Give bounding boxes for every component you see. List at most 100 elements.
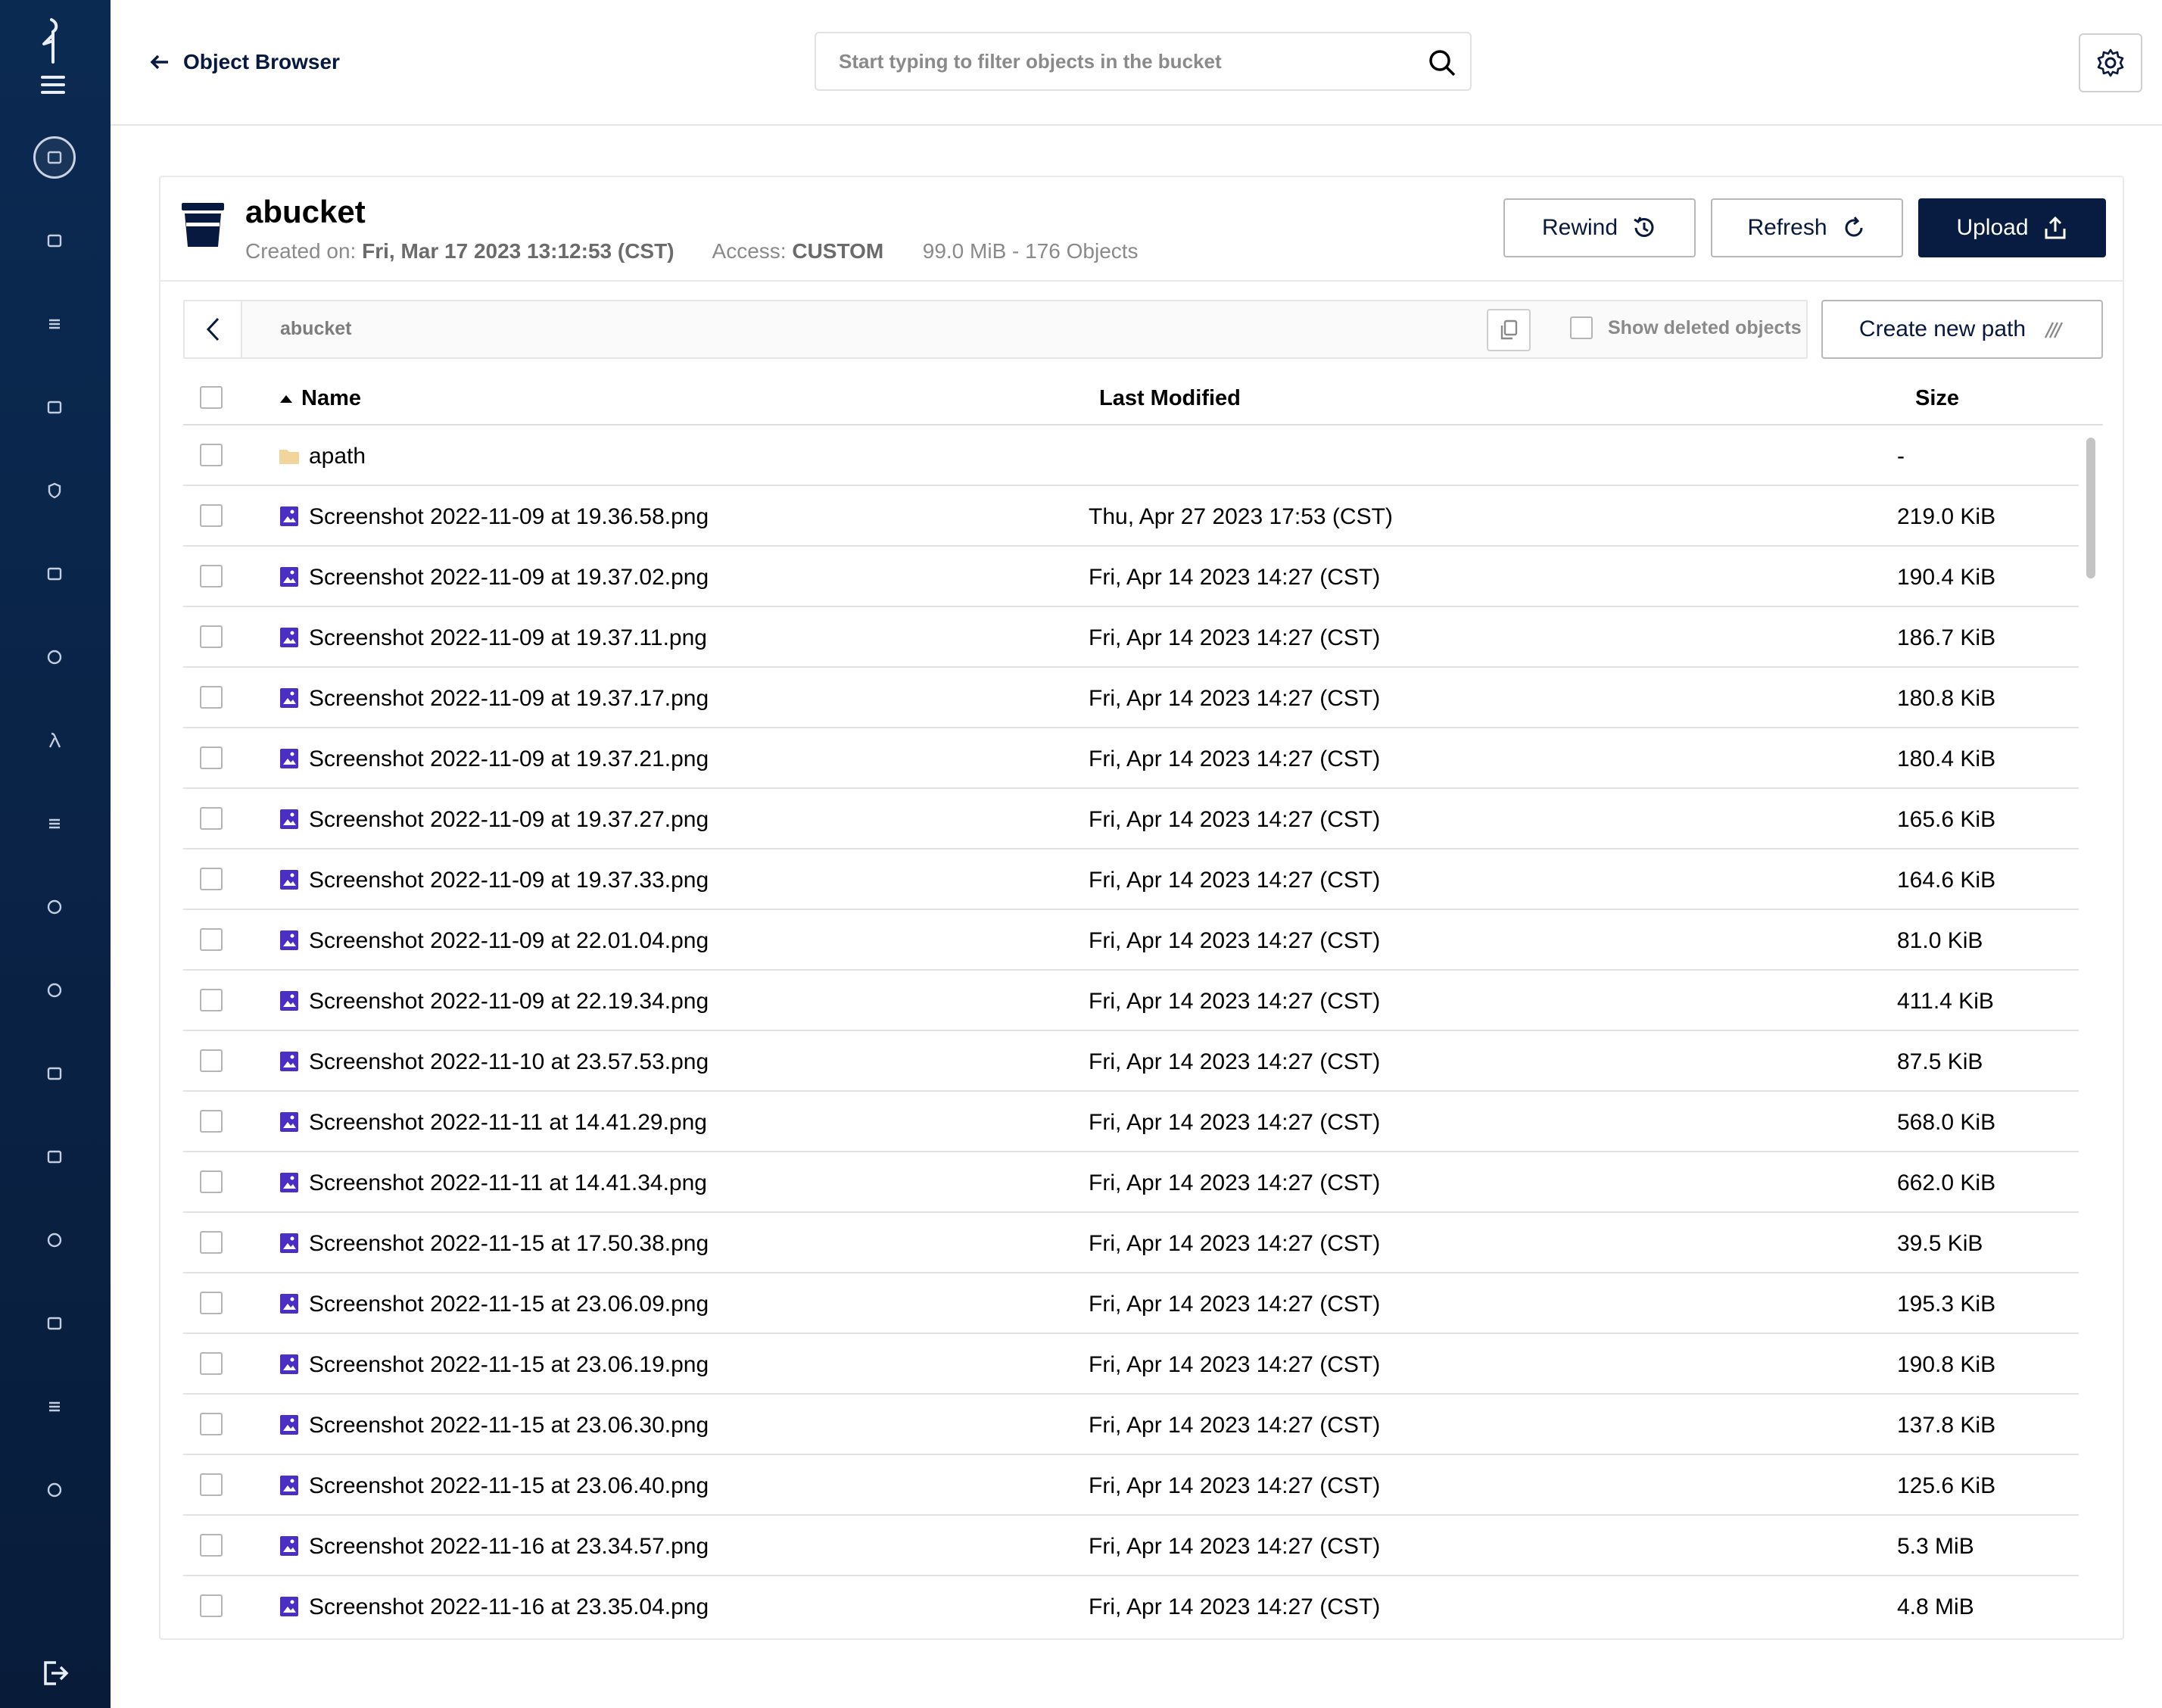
rewind-button[interactable]: Rewind xyxy=(1503,198,1696,257)
object-row[interactable]: Screenshot 2022-11-09 at 19.37.11.png Fri… xyxy=(183,607,2079,668)
object-name[interactable]: Screenshot 2022-11-15 at 23.06.09.png xyxy=(309,1292,709,1317)
inspect-icon[interactable] xyxy=(33,1136,76,1178)
policies-icon[interactable] xyxy=(33,469,76,512)
object-row[interactable]: Screenshot 2022-11-09 at 19.37.33.png Fri… xyxy=(183,849,2079,910)
object-row[interactable]: Screenshot 2022-11-15 at 23.06.09.png Fri… xyxy=(183,1273,2079,1334)
call-home-icon[interactable] xyxy=(33,1469,76,1511)
back-to-object-browser[interactable]: Object Browser xyxy=(150,50,340,74)
support-icon[interactable] xyxy=(33,1219,76,1261)
object-name[interactable]: Screenshot 2022-11-16 at 23.34.57.png xyxy=(309,1534,709,1560)
object-name[interactable]: Screenshot 2022-11-09 at 19.37.17.png xyxy=(309,686,709,712)
show-deleted-checkbox[interactable] xyxy=(1570,316,1593,339)
path-back-button[interactable] xyxy=(185,301,242,357)
row-checkbox[interactable] xyxy=(200,1534,223,1557)
identity-icon[interactable] xyxy=(33,553,76,595)
buckets-icon[interactable] xyxy=(33,386,76,429)
object-row[interactable]: Screenshot 2022-11-15 at 23.06.40.png Fri… xyxy=(183,1455,2079,1516)
object-row[interactable]: Screenshot 2022-11-15 at 17.50.38.png Fri… xyxy=(183,1213,2079,1273)
monitoring-icon[interactable] xyxy=(33,636,76,678)
copy-path-button[interactable] xyxy=(1487,309,1531,351)
object-row[interactable]: Screenshot 2022-11-10 at 23.57.53.png Fri… xyxy=(183,1031,2079,1092)
object-name[interactable]: apath xyxy=(309,444,366,469)
upload-button[interactable]: Upload xyxy=(1918,198,2106,257)
object-browser-icon[interactable] xyxy=(33,136,76,179)
row-checkbox[interactable] xyxy=(200,1413,223,1435)
row-checkbox[interactable] xyxy=(200,1352,223,1375)
documentation-icon[interactable] xyxy=(33,303,76,345)
refresh-button[interactable]: Refresh xyxy=(1711,198,1903,257)
search-input[interactable] xyxy=(839,33,1414,89)
object-name[interactable]: Screenshot 2022-11-16 at 23.35.04.png xyxy=(309,1594,709,1620)
column-size[interactable]: Size xyxy=(1915,386,1959,411)
object-row[interactable]: Screenshot 2022-11-16 at 23.34.57.png Fri… xyxy=(183,1516,2079,1576)
object-row[interactable]: Screenshot 2022-11-15 at 23.06.30.png Fri… xyxy=(183,1395,2079,1455)
object-row[interactable]: Screenshot 2022-11-15 at 23.06.19.png Fri… xyxy=(183,1334,2079,1395)
show-deleted-toggle[interactable]: Show deleted objects xyxy=(1570,316,1802,339)
tiering-icon[interactable] xyxy=(33,803,76,845)
row-checkbox[interactable] xyxy=(200,928,223,951)
row-checkbox[interactable] xyxy=(200,565,223,588)
object-name[interactable]: Screenshot 2022-11-10 at 23.57.53.png xyxy=(309,1049,709,1075)
license-icon[interactable] xyxy=(33,1052,76,1095)
settings-button[interactable] xyxy=(2079,33,2142,92)
row-checkbox[interactable] xyxy=(200,868,223,890)
row-checkbox[interactable] xyxy=(200,1594,223,1617)
object-row[interactable]: Screenshot 2022-11-09 at 19.37.21.png Fri… xyxy=(183,728,2079,789)
object-name[interactable]: Screenshot 2022-11-09 at 19.37.33.png xyxy=(309,868,709,893)
folder-row[interactable]: apath - xyxy=(183,425,2079,486)
object-last-modified: Fri, Apr 14 2023 14:27 (CST) xyxy=(1089,1413,1381,1438)
column-name[interactable]: Name xyxy=(279,386,361,411)
object-row[interactable]: Screenshot 2022-11-11 at 14.41.29.png Fri… xyxy=(183,1092,2079,1152)
object-name[interactable]: Screenshot 2022-11-15 at 23.06.40.png xyxy=(309,1473,709,1499)
row-checkbox[interactable] xyxy=(200,1473,223,1496)
object-row[interactable]: Screenshot 2022-11-16 at 23.35.04.png Fri… xyxy=(183,1576,2079,1629)
search-icon[interactable] xyxy=(1428,48,1456,77)
row-checkbox[interactable] xyxy=(200,1170,223,1193)
object-name[interactable]: Screenshot 2022-11-09 at 22.01.04.png xyxy=(309,928,709,954)
object-name[interactable]: Screenshot 2022-11-09 at 19.37.11.png xyxy=(309,625,707,651)
settings-icon[interactable] xyxy=(33,969,76,1011)
minio-logo-icon[interactable] xyxy=(35,17,71,67)
object-row[interactable]: Screenshot 2022-11-09 at 19.37.17.png Fri… xyxy=(183,668,2079,728)
menu-toggle-icon[interactable] xyxy=(41,76,65,94)
row-checkbox[interactable] xyxy=(200,746,223,769)
column-last-modified[interactable]: Last Modified xyxy=(1099,386,1241,411)
row-checkbox[interactable] xyxy=(200,1110,223,1133)
events-lambda-icon[interactable] xyxy=(33,719,76,762)
object-row[interactable]: Screenshot 2022-11-09 at 22.01.04.png Fri… xyxy=(183,910,2079,971)
row-checkbox[interactable] xyxy=(200,444,223,466)
object-name[interactable]: Screenshot 2022-11-09 at 19.36.58.png xyxy=(309,504,709,530)
object-row[interactable]: Screenshot 2022-11-11 at 14.41.34.png Fri… xyxy=(183,1152,2079,1213)
row-checkbox[interactable] xyxy=(200,989,223,1011)
object-row[interactable]: Screenshot 2022-11-09 at 22.19.34.png Fri… xyxy=(183,971,2079,1031)
create-new-path-button[interactable]: Create new path xyxy=(1821,300,2103,359)
object-name[interactable]: Screenshot 2022-11-09 at 19.37.21.png xyxy=(309,746,709,772)
object-name[interactable]: Screenshot 2022-11-11 at 14.41.29.png xyxy=(309,1110,707,1136)
scrollbar[interactable] xyxy=(2083,432,2098,1628)
site-replication-icon[interactable] xyxy=(33,886,76,928)
object-row[interactable]: Screenshot 2022-11-09 at 19.37.02.png Fri… xyxy=(183,547,2079,607)
object-name[interactable]: Screenshot 2022-11-09 at 19.37.27.png xyxy=(309,807,709,833)
row-checkbox[interactable] xyxy=(200,686,223,709)
object-name[interactable]: Screenshot 2022-11-11 at 14.41.34.png xyxy=(309,1170,707,1196)
current-path[interactable]: abucket xyxy=(280,318,351,340)
object-row[interactable]: Screenshot 2022-11-09 at 19.36.58.png Thu… xyxy=(183,486,2079,547)
logout-icon[interactable] xyxy=(39,1658,70,1688)
storage-icon[interactable] xyxy=(33,1302,76,1345)
object-name[interactable]: Screenshot 2022-11-15 at 23.06.19.png xyxy=(309,1352,709,1378)
object-name[interactable]: Screenshot 2022-11-09 at 19.37.02.png xyxy=(309,565,709,591)
select-all-checkbox[interactable] xyxy=(200,386,223,409)
scrollbar-thumb[interactable] xyxy=(2086,438,2095,578)
object-name[interactable]: Screenshot 2022-11-15 at 23.06.30.png xyxy=(309,1413,709,1438)
row-checkbox[interactable] xyxy=(200,807,223,830)
row-checkbox[interactable] xyxy=(200,1049,223,1072)
object-name[interactable]: Screenshot 2022-11-15 at 17.50.38.png xyxy=(309,1231,709,1257)
object-row[interactable]: Screenshot 2022-11-09 at 19.37.27.png Fri… xyxy=(183,789,2079,849)
row-checkbox[interactable] xyxy=(200,1231,223,1254)
row-checkbox[interactable] xyxy=(200,1292,223,1314)
object-name[interactable]: Screenshot 2022-11-09 at 22.19.34.png xyxy=(309,989,709,1015)
access-keys-icon[interactable] xyxy=(33,220,76,262)
row-checkbox[interactable] xyxy=(200,504,223,527)
row-checkbox[interactable] xyxy=(200,625,223,648)
tenants-icon[interactable] xyxy=(33,1385,76,1428)
